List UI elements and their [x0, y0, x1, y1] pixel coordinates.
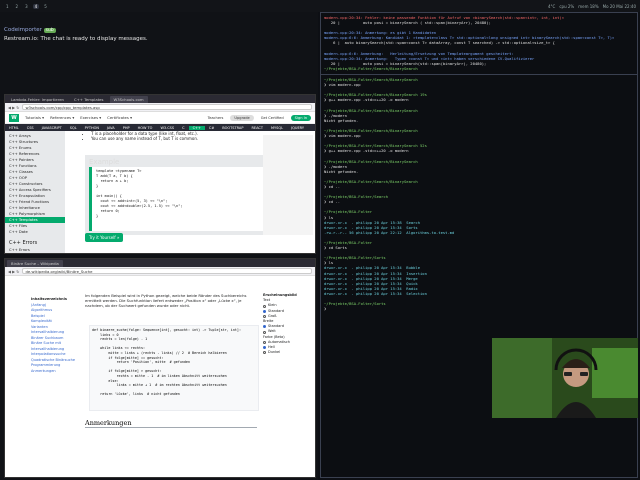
w3-language-menu: HTML CSS JAVASCRIPT SQL PYTHON JAVA PHP HOW TO W…	[5, 124, 315, 131]
tab-bar: Lambda-Fehler: Importieren C++ Templates W…	[5, 95, 315, 103]
url-input[interactable]: w3schools.com/cpp/cpp_templates.asp	[22, 104, 312, 110]
menu-item[interactable]: JAVASCRIPT	[38, 126, 66, 130]
header-button[interactable]: Upgrade	[230, 114, 254, 121]
left-panel: Codeimporter sub Restream.io: The chat i…	[0, 12, 318, 480]
status-item: Mo 20 Mai 22:40	[602, 3, 636, 9]
status-area: 4°C cpu 2% mem 18% Mo 20 Mai 22:40	[544, 4, 636, 9]
menu-item[interactable]: JQUERY	[287, 126, 308, 130]
menu-item[interactable]: C	[178, 126, 188, 130]
url-bar: ◀ ▶ ↻ de.wikipedia.org/wiki/Binäre_Suche	[5, 267, 315, 276]
menu-item[interactable]: BOOTSTRAP	[218, 126, 247, 130]
wiki-toc: Inhaltsverzeichnis (Anfang) Algorithmus Be…	[31, 297, 79, 374]
workspace-list: 12345	[4, 3, 52, 9]
menu-item[interactable]: SQL	[66, 126, 81, 130]
wiki-code-block: def binaere_suche(folge: Sequence[int], …	[89, 325, 259, 411]
menu-item[interactable]: W3.CSS	[156, 126, 178, 130]
header-button[interactable]: Sign In	[290, 114, 311, 121]
chat-message: Restream.io: The chat is ready to displa…	[4, 36, 148, 42]
radio-icon[interactable]	[263, 351, 266, 355]
nav-item[interactable]: Exercises ▾	[80, 115, 101, 120]
menu-item[interactable]: C#	[205, 126, 218, 130]
sidebar-header: C++ Errors	[9, 240, 38, 246]
toc-item[interactable]: Binäre Suche mit Intervallhalbierung	[31, 341, 79, 352]
workspace-3[interactable]: 3	[23, 4, 30, 9]
menu-item[interactable]: HOW TO	[134, 126, 157, 130]
wiki-body: Inhaltsverzeichnis (Anfang) Algorithmus Be…	[5, 277, 315, 477]
radio-icon[interactable]	[263, 309, 266, 313]
radio-icon[interactable]	[263, 330, 266, 334]
radio-icon[interactable]	[263, 325, 266, 329]
option-label: Dunkel	[268, 350, 281, 355]
appearance-option[interactable]: Dunkel	[263, 350, 313, 355]
chat-badge: sub	[43, 28, 56, 33]
radio-icon[interactable]	[263, 314, 266, 318]
appearance-panel: Erscheinungsbild Text Klein Standard Groß Br…	[263, 293, 313, 355]
header-button[interactable]: Get Certified	[256, 114, 288, 121]
status-item: 4°C	[548, 3, 556, 9]
example-box: Example template <typename T> T add(T a,…	[85, 155, 275, 235]
top-status-bar: 12345 4°C cpu 2% mem 18% Mo 20 Mai 22:40	[0, 0, 640, 12]
browser-window-wikipedia: Binäre Suche – Wikipedia ◀ ▶ ↻ de.wikipe…	[4, 258, 316, 478]
workspace-4[interactable]: 4	[32, 3, 40, 9]
w3-sidebar: C++ Arrays C++ Structures C++ Enums C++ Ref…	[5, 131, 65, 254]
workspace-1[interactable]: 1	[4, 4, 11, 9]
menu-item[interactable]: MYSQL	[267, 126, 287, 130]
w3-topnav: W Tutorials ▾ References ▾ Exercises ▾ Cert…	[5, 112, 315, 124]
status-item: mem 18%	[578, 3, 599, 9]
bullet-item: You can use any name instead of T, but T…	[91, 136, 259, 141]
tab-bar: Binäre Suche – Wikipedia	[5, 259, 315, 267]
browser-tab[interactable]: W3Schools.com	[109, 95, 148, 103]
browser-tab[interactable]: Binäre Suche – Wikipedia	[7, 259, 63, 267]
url-bar: ◀ ▶ ↻ w3schools.com/cpp/cpp_templates.as…	[5, 103, 315, 112]
radio-icon[interactable]	[263, 340, 266, 344]
chat-user: Codeimporter	[4, 27, 42, 33]
try-it-button[interactable]: Try it Yourself »	[85, 233, 124, 242]
url-input[interactable]: de.wikipedia.org/wiki/Binäre_Suche	[22, 268, 312, 274]
radio-icon[interactable]	[263, 346, 266, 350]
w3schools-logo[interactable]: W	[9, 113, 19, 122]
menu-item[interactable]: CSS	[23, 126, 38, 130]
terminal-pane-shell: ~/Projekte/BSA-Folter/Search/BinarySearc…	[321, 75, 637, 313]
browser-tab[interactable]: C++ Templates	[70, 96, 108, 103]
browser-window-w3schools: Lambda-Fehler: Importieren C++ Templates W…	[4, 94, 316, 254]
terminal-line: ❯	[324, 306, 329, 312]
menu-item[interactable]: PHP	[119, 126, 134, 130]
terminal-pane-errors: modern.cpp:20:34: Fehler: keine passende…	[321, 13, 637, 75]
ad-area	[263, 135, 313, 235]
nav-item[interactable]: References ▾	[50, 115, 74, 120]
terminal-line: ~/Projekte/BSA-Folter/Search/BinarySearc…	[324, 65, 418, 71]
back-icon[interactable]: ◀ ▶ ↻	[8, 269, 19, 274]
chat-overlay: Codeimporter sub Restream.io: The chat i…	[4, 26, 164, 43]
sidebar-item[interactable]: C++ Date	[5, 229, 65, 235]
browser-tab[interactable]: Lambda-Fehler: Importieren	[7, 96, 68, 103]
wiki-section-heading: Anmerkungen	[85, 419, 257, 428]
menu-item[interactable]: HTML	[5, 126, 23, 130]
option-label: Weit	[268, 329, 276, 334]
menu-item[interactable]: C++	[188, 125, 205, 130]
workspace-2[interactable]: 2	[14, 4, 21, 9]
w3-main-content: T is a placeholder for a data type (like…	[69, 131, 259, 141]
toc-item[interactable]: Anmerkungen	[31, 369, 79, 375]
menu-item[interactable]: PYTHON	[81, 126, 103, 130]
sidebar-item[interactable]: C++ Debugging	[5, 253, 65, 254]
radio-icon[interactable]	[263, 304, 266, 308]
workspace-5[interactable]: 5	[42, 4, 49, 9]
status-item: cpu 2%	[559, 3, 575, 9]
back-icon[interactable]: ◀ ▶ ↻	[8, 105, 19, 110]
nav-item[interactable]: Certificates ▾	[107, 115, 132, 120]
menu-item[interactable]: REACT	[247, 126, 267, 130]
nav-item[interactable]: Tutorials ▾	[25, 115, 44, 120]
wiki-paragraph: Im folgenden Beispiel wird in Python gez…	[85, 293, 247, 308]
menu-item[interactable]: JAVA	[103, 126, 119, 130]
header-button[interactable]: Teachers	[203, 114, 228, 121]
webcam-overlay	[492, 338, 638, 418]
code-block: template <typename T> T add(T a, T b) { …	[89, 167, 271, 231]
